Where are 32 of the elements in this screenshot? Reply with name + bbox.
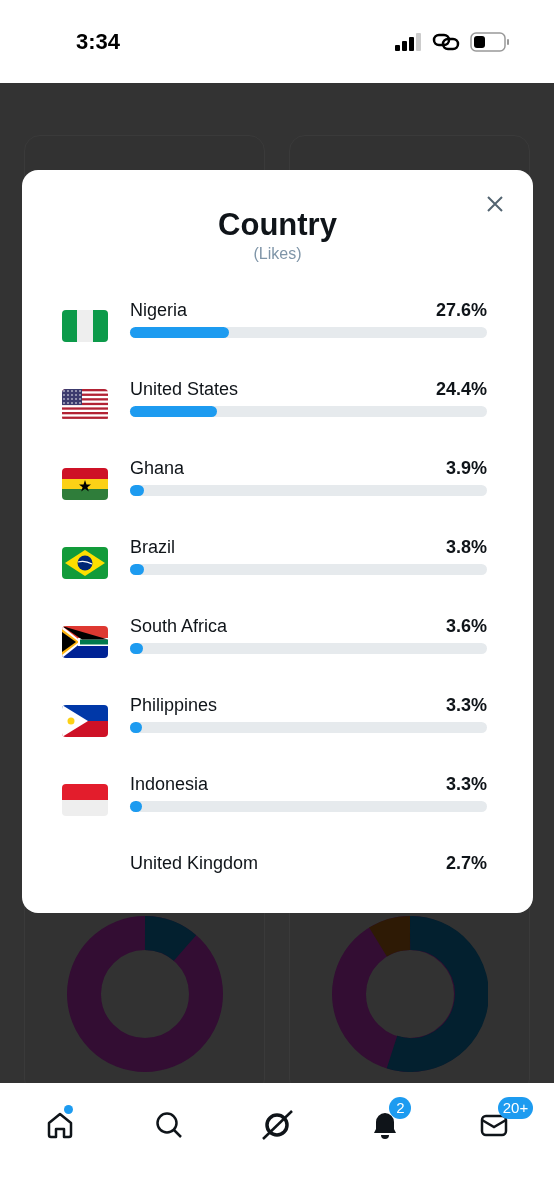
flag-icon	[62, 310, 108, 342]
count-badge: 20+	[497, 1097, 534, 1119]
country-name: Nigeria	[130, 298, 188, 322]
percentage: 27.6%	[435, 298, 487, 322]
flag-icon	[62, 784, 108, 816]
signal-icon	[395, 32, 422, 51]
flag-icon	[62, 626, 108, 658]
flag-icon	[62, 547, 108, 579]
percentage: 2.7%	[445, 851, 487, 875]
percentage: 3.9%	[445, 456, 487, 480]
percentage: 3.3%	[445, 772, 487, 796]
status-time: 3:34	[76, 28, 121, 56]
percentage: 3.6%	[445, 614, 487, 638]
battery-icon	[470, 31, 510, 52]
modal-subtitle: (Likes)	[253, 244, 302, 264]
percentage: 3.8%	[445, 535, 487, 559]
country-name: Ghana	[130, 456, 185, 480]
country-name: United Kingdom	[130, 851, 259, 875]
percentage: 24.4%	[435, 377, 487, 401]
flag-icon	[62, 705, 108, 737]
country-name: Indonesia	[130, 772, 209, 796]
modal-title: Country	[218, 206, 337, 244]
count-badge: 2	[389, 1097, 412, 1119]
link-icon	[432, 32, 460, 51]
country-name: United States	[130, 377, 239, 401]
percentage: 3.3%	[445, 693, 487, 717]
country-name: Philippines	[130, 693, 218, 717]
search-icon[interactable]	[153, 1110, 184, 1140]
country-name: South Africa	[130, 614, 228, 638]
flag-icon	[62, 468, 108, 500]
country-name: Brazil	[130, 535, 175, 559]
flag-icon	[62, 389, 108, 421]
